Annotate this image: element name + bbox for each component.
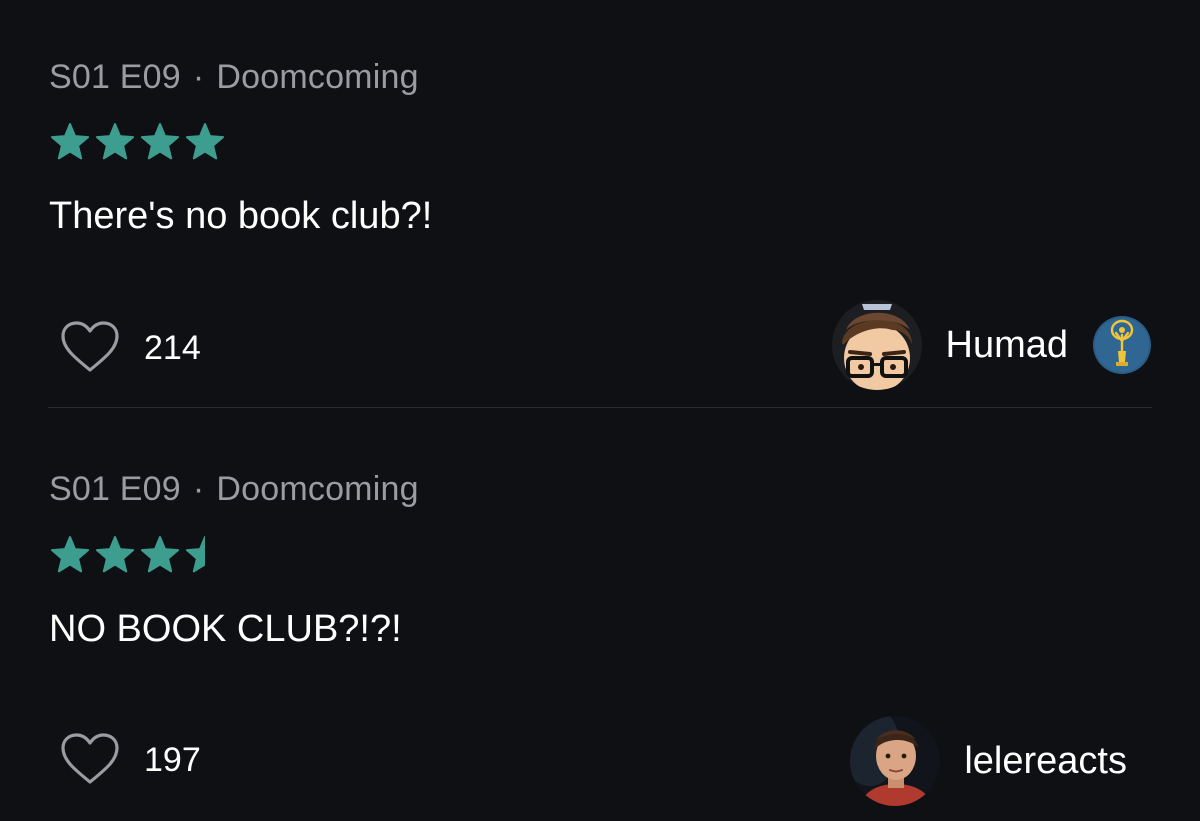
- star-full-icon: [50, 536, 90, 573]
- like-count: 214: [144, 328, 201, 367]
- star-full-icon: [185, 123, 225, 160]
- star-rating: [50, 121, 240, 165]
- author[interactable]: lelereacts: [850, 716, 1127, 806]
- review-card[interactable]: S01 E09 · Doomcoming There's no book clu…: [48, 0, 1152, 408]
- review-card[interactable]: S01 E09 · Doomcoming NO BOOK CLUB?!?! 19…: [48, 412, 1152, 821]
- heart-outline-icon[interactable]: [60, 732, 120, 788]
- season-episode: S01 E09: [49, 58, 181, 96]
- star-full-icon: [140, 123, 180, 160]
- stars-svg: [50, 536, 205, 573]
- emmy-statuette-icon[interactable]: [1092, 315, 1152, 375]
- avatar-illustration: [831, 300, 922, 390]
- separator: ·: [192, 58, 205, 96]
- like-count: 197: [144, 740, 201, 779]
- star-half-icon: [185, 536, 205, 573]
- like-control[interactable]: 197: [60, 732, 201, 788]
- star-rating: [50, 534, 240, 578]
- username[interactable]: Humad: [946, 324, 1069, 367]
- star-full-icon: [50, 123, 90, 160]
- avatar-photo: [850, 716, 941, 806]
- review-feed: S01 E09 · Doomcoming There's no book clu…: [0, 0, 1200, 821]
- username[interactable]: lelereacts: [964, 740, 1127, 783]
- star-full-icon: [95, 536, 135, 573]
- episode-title: Doomcoming: [216, 470, 419, 508]
- episode-title: Doomcoming: [216, 58, 419, 96]
- star-full-icon: [95, 123, 135, 160]
- episode-label[interactable]: S01 E09 · Doomcoming: [49, 58, 419, 97]
- review-text: There's no book club?!: [49, 195, 433, 237]
- author[interactable]: Humad: [831, 300, 1153, 390]
- stars-svg: [50, 123, 225, 160]
- episode-label[interactable]: S01 E09 · Doomcoming: [49, 470, 419, 509]
- avatar[interactable]: [831, 300, 922, 390]
- avatar[interactable]: [850, 716, 941, 806]
- season-episode: S01 E09: [49, 470, 181, 508]
- review-text: NO BOOK CLUB?!?!: [49, 608, 402, 650]
- heart-outline-icon[interactable]: [60, 320, 120, 376]
- star-full-icon: [140, 536, 180, 573]
- separator: ·: [192, 470, 205, 508]
- like-control[interactable]: 214: [60, 320, 201, 376]
